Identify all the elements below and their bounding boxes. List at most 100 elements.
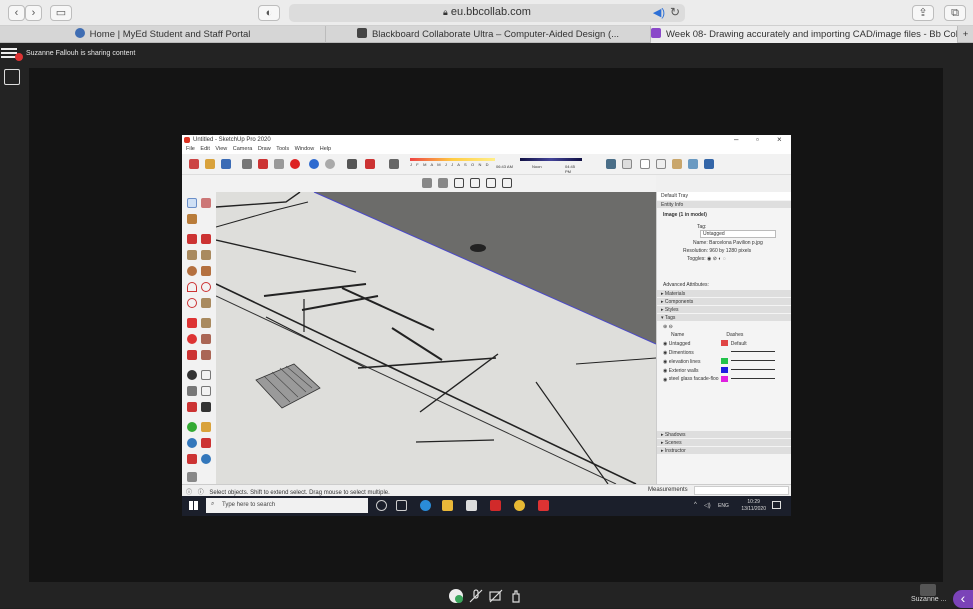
tag-item[interactable]: ◉ steel glass facade-floo — [657, 375, 791, 384]
dimension-tool-icon[interactable] — [201, 370, 211, 380]
tag-item[interactable]: ◉ Dimentions — [657, 348, 791, 357]
eraser-tool-icon[interactable] — [201, 198, 211, 208]
section-instructor[interactable]: ▸ Instructor — [657, 447, 791, 454]
tag-dropdown[interactable]: Untagged — [700, 230, 776, 238]
store-icon[interactable] — [466, 500, 477, 511]
tab-collaborate[interactable]: Blackboard Collaborate Ultra – Computer-… — [326, 26, 651, 43]
style-textured-icon[interactable] — [688, 159, 698, 169]
view-back-icon[interactable] — [486, 178, 496, 188]
section-materials[interactable]: ▸ Materials — [657, 290, 791, 297]
back-button[interactable]: ‹ — [8, 5, 25, 21]
address-bar[interactable]: 🔒︎ eu.bbcollab.com ◀︎) ↻ — [289, 4, 685, 22]
entity-info-header[interactable]: Entity Info — [657, 201, 791, 208]
zoom-tool-icon[interactable] — [187, 438, 197, 448]
style-hiddenline-icon[interactable] — [656, 159, 666, 169]
shadows-toggle-icon[interactable] — [389, 159, 399, 169]
copy-icon[interactable] — [258, 159, 268, 169]
walk-tool-icon[interactable] — [187, 472, 197, 482]
rotated-rect-tool-icon[interactable] — [201, 250, 211, 260]
style-wireframe-icon[interactable] — [640, 159, 650, 169]
forward-button[interactable]: › — [25, 5, 42, 21]
open-folder-icon[interactable] — [205, 159, 215, 169]
view-top-icon[interactable] — [438, 178, 448, 188]
paste-icon[interactable] — [274, 159, 284, 169]
remove-tag-icon[interactable]: ⊖ — [669, 324, 673, 330]
arc-tool-icon[interactable] — [187, 282, 197, 292]
reload-icon[interactable]: ↻ — [670, 5, 680, 19]
menu-window[interactable]: Window — [295, 146, 315, 152]
rectangle-tool-icon[interactable] — [187, 250, 197, 260]
style-backedges-icon[interactable] — [622, 159, 632, 169]
move-tool-icon[interactable] — [187, 318, 197, 328]
zoom-extents-tool-icon[interactable] — [187, 454, 197, 464]
status-button[interactable] — [448, 588, 464, 604]
tray-chevron-icon[interactable]: ^ — [694, 502, 697, 508]
measurements-input[interactable] — [694, 486, 789, 495]
tag-color-swatch[interactable] — [720, 358, 728, 364]
cut-icon[interactable] — [242, 159, 252, 169]
view-front-icon[interactable] — [454, 178, 464, 188]
menu-help[interactable]: Help — [320, 146, 331, 152]
paint-tool-icon[interactable] — [187, 214, 197, 224]
freehand-tool-icon[interactable] — [201, 234, 211, 244]
style-shaded-icon[interactable] — [672, 159, 682, 169]
name-value[interactable]: Barcelona Pavilion p.jpg — [709, 240, 763, 246]
orbit-tool-icon[interactable] — [187, 422, 197, 432]
offset-tool-icon[interactable] — [201, 350, 211, 360]
tab-home[interactable]: Home | MyEd Student and Staff Portal — [0, 26, 326, 43]
cortana-icon[interactable] — [376, 500, 387, 511]
microphone-off-icon[interactable] — [468, 588, 484, 604]
polygon-tool-icon[interactable] — [201, 266, 211, 276]
audio-icon[interactable]: ◀︎) — [653, 6, 665, 19]
taskbar-clock[interactable]: 10:29 13/11/2020 — [741, 499, 766, 513]
task-view-icon[interactable] — [396, 500, 407, 511]
taskbar-language[interactable]: ENG — [718, 503, 729, 509]
drawing-viewport[interactable] — [216, 192, 656, 484]
camera-off-icon[interactable] — [488, 588, 504, 604]
lock-toggle-icon[interactable]: ⊘ — [713, 256, 717, 262]
3dtext-tool-icon[interactable] — [201, 402, 211, 412]
print-icon[interactable] — [347, 159, 357, 169]
volume-icon[interactable]: ◁) — [704, 502, 711, 509]
receive-shadow-icon[interactable]: ◌ — [723, 256, 726, 262]
save-icon[interactable] — [221, 159, 231, 169]
arc3-tool-icon[interactable] — [201, 298, 211, 308]
tag-color-swatch[interactable] — [720, 340, 728, 346]
section-tags[interactable]: ▾ Tags — [657, 314, 791, 321]
tag-color-swatch[interactable] — [720, 367, 728, 373]
shadow-settings-bar[interactable]: J F M A M J J A S O N D 06:43 AM Noon 04… — [410, 158, 582, 174]
tag-item[interactable]: ◉ Untagged Default — [657, 339, 791, 348]
tag-color-swatch[interactable] — [720, 349, 728, 355]
redo-icon[interactable] — [325, 159, 335, 169]
menu-file[interactable]: File — [186, 146, 195, 152]
model-info-icon[interactable] — [365, 159, 375, 169]
view-right-icon[interactable] — [470, 178, 480, 188]
collaborate-panel-button[interactable]: ‹ — [953, 590, 973, 608]
chrome-icon[interactable] — [514, 500, 525, 511]
protractor-tool-icon[interactable] — [187, 386, 197, 396]
view-iso-icon[interactable] — [422, 178, 432, 188]
erase-icon[interactable] — [290, 159, 300, 169]
section-styles[interactable]: ▸ Styles — [657, 306, 791, 313]
style-xray-icon[interactable] — [606, 159, 616, 169]
followme-tool-icon[interactable] — [201, 334, 211, 344]
new-tab-button[interactable]: + — [958, 26, 973, 43]
close-icon[interactable]: × — [777, 135, 782, 144]
menu-draw[interactable]: Draw — [258, 146, 271, 152]
sketchup-taskbar-icon[interactable] — [538, 500, 549, 511]
text-tool-icon[interactable] — [201, 386, 211, 396]
privacy-shield-button[interactable]: ◐ — [258, 5, 280, 21]
tape-tool-icon[interactable] — [187, 370, 197, 380]
presenter-avatar[interactable] — [920, 584, 936, 596]
undo-icon[interactable] — [309, 159, 319, 169]
sidebar-toggle-button[interactable]: ▭ — [50, 5, 72, 21]
select-tool-icon[interactable] — [187, 198, 197, 208]
windows-start-icon[interactable] — [189, 501, 198, 510]
file-explorer-icon[interactable] — [442, 500, 453, 511]
pie-tool-icon[interactable] — [187, 298, 197, 308]
style-monochrome-icon[interactable] — [704, 159, 714, 169]
rotate-tool-icon[interactable] — [187, 334, 197, 344]
edge-icon[interactable] — [420, 500, 431, 511]
acrobat-icon[interactable] — [490, 500, 501, 511]
shadow-toggle-icon[interactable]: ◐ — [718, 256, 721, 262]
